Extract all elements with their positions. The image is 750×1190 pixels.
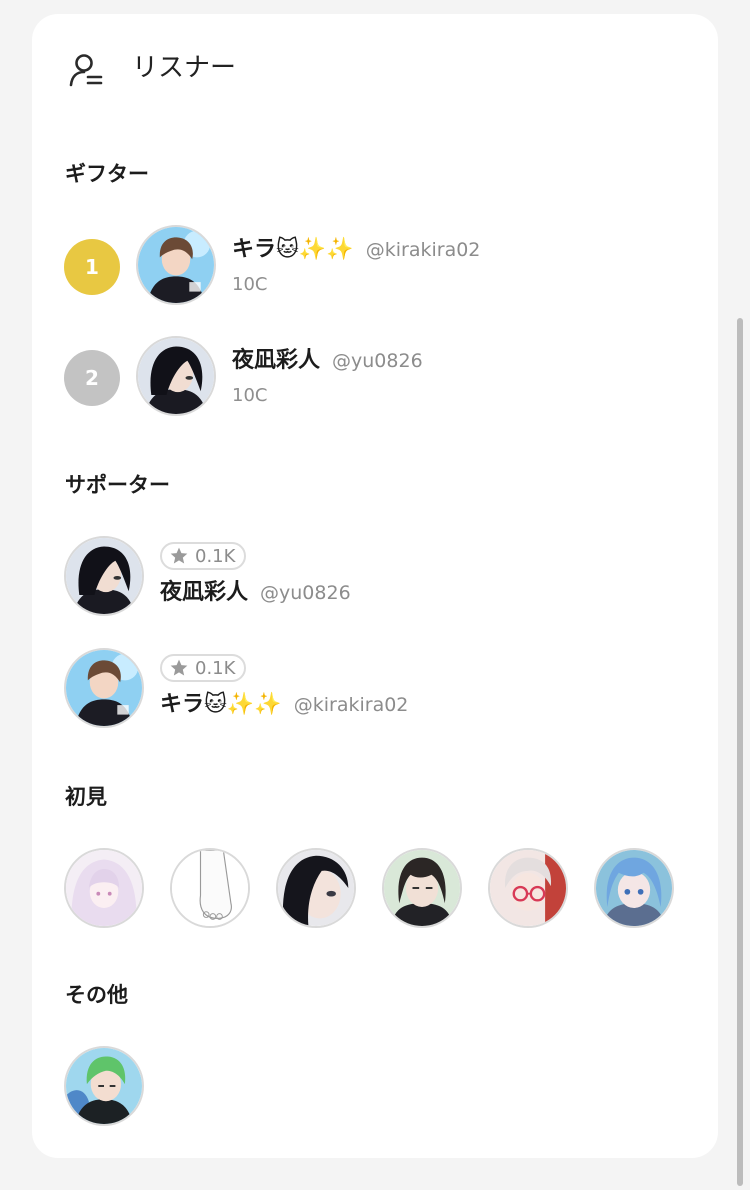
avatar[interactable] — [64, 648, 144, 728]
user-handle: @yu0826 — [332, 350, 423, 372]
avatar[interactable] — [136, 336, 216, 416]
avatar[interactable] — [382, 848, 462, 928]
coin-amount: 10C — [232, 274, 268, 295]
avatar[interactable] — [276, 848, 356, 928]
support-points-badge: 0.1K — [160, 542, 247, 570]
star-icon — [170, 547, 188, 564]
section-title-others: その他 — [65, 983, 128, 1007]
avatar[interactable] — [594, 848, 674, 928]
listener-icon — [69, 54, 103, 87]
user-name: 夜凪彩人 — [160, 580, 249, 605]
star-icon — [170, 659, 188, 676]
avatar[interactable] — [170, 848, 250, 928]
support-points-badge: 0.1K — [160, 654, 247, 682]
avatar[interactable] — [136, 225, 216, 305]
support-points: 0.1K — [195, 657, 236, 679]
section-title-supporters: サポーター — [65, 473, 170, 497]
rank-badge-gold: 1 — [64, 239, 120, 295]
scrollbar[interactable] — [737, 318, 743, 1186]
user-name: キラ🐱✨✨ — [232, 237, 354, 262]
section-title-gifters: ギフター — [65, 162, 149, 186]
avatar[interactable] — [488, 848, 568, 928]
user-handle: @kirakira02 — [293, 694, 409, 716]
user-name: 夜凪彩人 — [232, 348, 321, 373]
avatar[interactable] — [64, 536, 144, 616]
listener-card: リスナー ギフター 1 キラ🐱✨✨ @kirakira02 10C 2 夜凪彩人… — [32, 14, 718, 1158]
coin-amount: 10C — [232, 385, 268, 406]
user-handle: @kirakira02 — [365, 239, 481, 261]
user-name: キラ🐱✨✨ — [160, 692, 282, 717]
user-handle: @yu0826 — [260, 582, 351, 604]
rank-badge-silver: 2 — [64, 350, 120, 406]
avatar[interactable] — [64, 848, 144, 928]
support-points: 0.1K — [195, 545, 236, 567]
page-title: リスナー — [132, 53, 237, 83]
section-title-first-time: 初見 — [65, 785, 107, 809]
avatar[interactable] — [64, 1046, 144, 1126]
